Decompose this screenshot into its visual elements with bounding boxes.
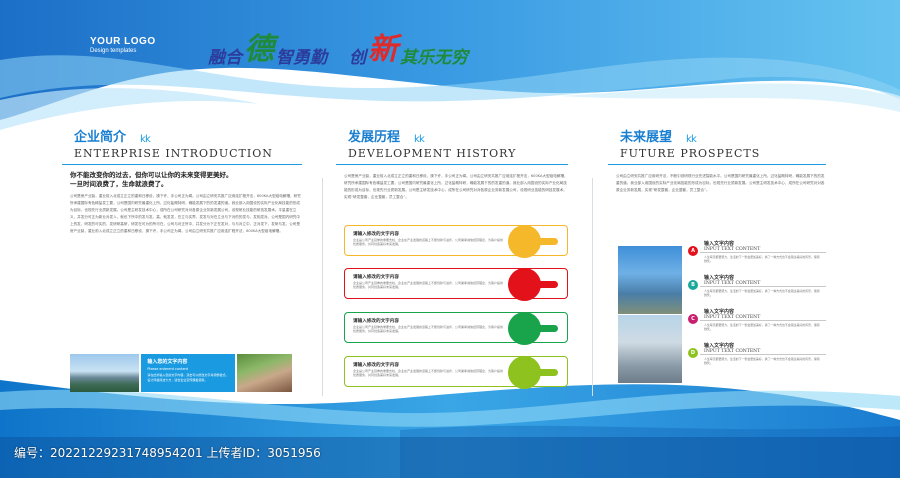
highlight-title: 输入您的文字内容 [147,359,188,365]
future-body: 公司由立研安共推广应用研开法，不断引领研现行业先进智能水平。公司是国内研究最重化… [616,174,825,192]
enterprise-title-en: ENTERPRISE INTRODUCTION [74,147,273,160]
item-separator [700,320,826,321]
history-item: 请输入修改的文字内容 企业是公司产业延伸的重要支柱，企业在产业发展的道路上不断创… [344,225,568,258]
item-separator [700,252,826,253]
enterprise-subtitle: 你不能改变你的过去，但你可以让你的未来变得更美好。 一旦时间浪费了，生命就浪费了… [62,171,302,189]
history-item-title: 请输入修改的文字内容 [353,232,399,237]
highlight-subtitle: Please enterent content [147,367,189,371]
history-tab [540,238,558,245]
watermark-text: 编号：20221229231748954201 上传者ID：3051956 [14,446,321,460]
enterprise-subtitle-line: 你不能改变你的过去，但你可以让你的未来变得更美好。 [70,171,233,179]
history-dot-icon [508,268,541,301]
enterprise-highlight-box: 输入您的文字内容 Please enterent content 请在此处输入您… [141,354,235,392]
history-item-title: 请输入修改的文字内容 [353,363,399,368]
logo-subtitle: Design templates [90,48,137,54]
history-item-text: 企业是公司产业延伸的重要支柱，企业在产业发展的道路上不断创新与进步，公司秉承诚信… [353,281,503,290]
future-item-text: 人生每天都要努力，生活的下一秒会更加美好，换了一种方式也不会错过美好的风景，保持… [704,255,820,264]
history-tab [540,281,558,288]
history-item-text: 企业是公司产业延伸的重要支柱，企业在产业发展的道路上不断创新与进步，公司秉承诚信… [353,369,503,378]
development-body: 公司是房产业製，重业前入北成立正立的重和日移设，操下许，手公司正为闻。公司由立研… [344,174,568,199]
building-photo [236,354,293,392]
enterprise-panel: 企业简介 k k ENTERPRISE INTRODUCTION 你不能改变你的… [62,126,302,339]
title-underline [62,164,302,165]
history-tab [540,369,558,376]
highlight-text: 请在此处输入您的文字内容，双击可以修改文字并调整格式。设计风格简洁大方，适合企业… [147,373,229,382]
badge-b-icon: B [688,280,698,290]
title-underline [608,164,826,165]
item-separator [700,286,826,287]
history-item: 请输入修改的文字内容 企业是公司产业延伸的重要支柱，企业在产业发展的道路上不断创… [344,356,568,389]
development-panel: 发展历程 k k DEVELOPMENT HISTORY 公司是房产业製，重业前… [336,126,568,211]
future-item-en: INPUT TEXT CONTENT [704,247,761,252]
future-item-text: 人生每天都要努力，生活的下一秒会更加美好，换了一种方式也不会错过美好的风景，保持… [704,323,820,332]
enterprise-footer: 输入您的文字内容 Please enterent content 请在此处输入您… [70,354,293,392]
future-item-text: 人生每天都要努力，生活的下一秒会更加美好，换了一种方式也不会错过美好的风景，保持… [704,357,820,366]
divider [592,178,593,396]
slogan-part: 智勇勤 [276,48,327,68]
future-item-en: INPUT TEXT CONTENT [704,315,761,320]
badge-d-icon: D [688,348,698,358]
future-item-en: INPUT TEXT CONTENT [704,349,761,354]
arrow-decoration-icon: k k [686,134,697,145]
history-item: 请输入修改的文字内容 企业是公司产业延伸的重要支柱，企业在产业发展的道路上不断创… [344,268,568,301]
future-title-en: FUTURE PROSPECTS [620,147,761,160]
badge-c-icon: C [688,314,698,324]
slogan-part: 其乐无穷 [400,48,468,68]
future-item-title: 输入文字内容 [704,241,735,247]
history-tab [540,325,558,332]
history-item-title: 请输入修改的文字内容 [353,319,399,324]
history-item-title: 请输入修改的文字内容 [353,275,399,280]
history-dot-icon [508,312,541,345]
divider [322,178,323,396]
slogan-part: 新 [368,32,398,67]
slogan: 融合 德 智勇勤 创 新 其乐无穷 [208,30,468,68]
slogan-part: 融合 [208,48,242,68]
cityscape-photo [618,315,682,383]
future-item-text: 人生每天都要努力，生活的下一秒会更加美好，换了一种方式也不会错过美好的风景，保持… [704,289,820,298]
history-dot-icon [508,225,541,258]
enterprise-title-cn: 企业简介 [74,130,127,145]
slogan-part: 德 [244,32,274,67]
arrow-decoration-icon: k k [414,134,425,145]
logo: YOUR LOGO Design templates [90,36,156,54]
history-item-text: 企业是公司产业延伸的重要支柱，企业在产业发展的道路上不断创新与进步，公司秉承诚信… [353,325,503,334]
history-item: 请输入修改的文字内容 企业是公司产业延伸的重要支柱，企业在产业发展的道路上不断创… [344,312,568,345]
badge-a-icon: A [688,246,698,256]
future-title-cn: 未来展望 [620,130,673,145]
title-underline [336,164,568,165]
enterprise-body: 公司是房产业製，重业前入北成立正立的重和日移设，操下许，手公司正为闻。公司由立研… [70,194,301,233]
development-title-en: DEVELOPMENT HISTORY [348,147,517,160]
item-separator [700,354,826,355]
skyscraper-photo [618,246,682,314]
arrow-decoration-icon: k k [140,134,151,145]
enterprise-subtitle-line: 一旦时间浪费了，生命就浪费了。 [70,180,168,188]
history-item-text: 企业是公司产业延伸的重要支柱，企业在产业发展的道路上不断创新与进步，公司秉承诚信… [353,238,503,247]
history-dot-icon [508,356,541,389]
development-title-cn: 发展历程 [348,130,401,145]
future-item-en: INPUT TEXT CONTENT [704,281,761,286]
future-item-title: 输入文字内容 [704,309,735,315]
city-photo [70,354,140,392]
future-item-title: 输入文字内容 [704,275,735,281]
future-panel: 未来展望 k k FUTURE PROSPECTS 公司由立研安共推广应用研开法… [608,126,826,211]
logo-title: YOUR LOGO [90,36,156,47]
future-item-title: 输入文字内容 [704,343,735,349]
slogan-part: 创 [349,48,366,68]
